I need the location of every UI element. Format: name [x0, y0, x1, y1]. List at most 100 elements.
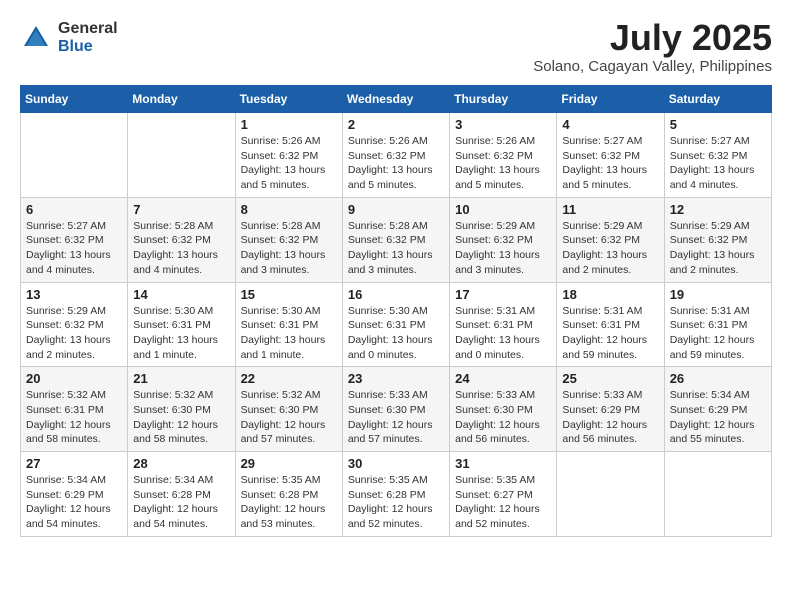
calendar-cell: 29 Sunrise: 5:35 AMSunset: 6:28 PMDayligh… [235, 452, 342, 537]
calendar-cell: 23 Sunrise: 5:33 AMSunset: 6:30 PMDayligh… [342, 367, 449, 452]
day-info: Sunrise: 5:31 AMSunset: 6:31 PMDaylight:… [455, 304, 551, 363]
page-header: General Blue July 2025 Solano, Cagayan V… [20, 20, 772, 75]
calendar-cell: 16 Sunrise: 5:30 AMSunset: 6:31 PMDayligh… [342, 282, 449, 367]
day-number: 28 [133, 456, 229, 471]
day-number: 2 [348, 117, 444, 132]
day-info: Sunrise: 5:32 AMSunset: 6:31 PMDaylight:… [26, 388, 122, 447]
calendar-header-row: SundayMondayTuesdayWednesdayThursdayFrid… [21, 86, 772, 113]
day-number: 4 [562, 117, 658, 132]
day-info: Sunrise: 5:33 AMSunset: 6:30 PMDaylight:… [348, 388, 444, 447]
day-number: 18 [562, 287, 658, 302]
day-number: 9 [348, 202, 444, 217]
title-block: July 2025 Solano, Cagayan Valley, Philip… [533, 20, 772, 75]
calendar-cell: 28Sunrise: 5:34 AMSunset: 6:28 PMDayligh… [128, 452, 235, 537]
calendar-cell: 22Sunrise: 5:32 AMSunset: 6:30 PMDayligh… [235, 367, 342, 452]
calendar-cell: 30Sunrise: 5:35 AMSunset: 6:28 PMDayligh… [342, 452, 449, 537]
day-number: 24 [455, 371, 551, 386]
calendar-cell: 3 Sunrise: 5:26 AMSunset: 6:32 PMDaylight… [450, 113, 557, 198]
day-number: 20 [26, 371, 122, 386]
day-number: 21 [133, 371, 229, 386]
calendar-cell: 27 Sunrise: 5:34 AMSunset: 6:29 PMDayligh… [21, 452, 128, 537]
calendar-cell: 25Sunrise: 5:33 AMSunset: 6:29 PMDayligh… [557, 367, 664, 452]
calendar-cell: 13 Sunrise: 5:29 AMSunset: 6:32 PMDayligh… [21, 282, 128, 367]
calendar-header-wednesday: Wednesday [342, 86, 449, 113]
day-info: Sunrise: 5:28 AMSunset: 6:32 PMDaylight:… [348, 219, 444, 278]
calendar-week-row: 13 Sunrise: 5:29 AMSunset: 6:32 PMDayligh… [21, 282, 772, 367]
location-title: Solano, Cagayan Valley, Philippines [533, 58, 772, 75]
calendar-cell: 4 Sunrise: 5:27 AMSunset: 6:32 PMDaylight… [557, 113, 664, 198]
day-number: 23 [348, 371, 444, 386]
calendar-week-row: 1 Sunrise: 5:26 AMSunset: 6:32 PMDaylight… [21, 113, 772, 198]
calendar-cell: 12Sunrise: 5:29 AMSunset: 6:32 PMDayligh… [664, 197, 771, 282]
day-number: 30 [348, 456, 444, 471]
day-info: Sunrise: 5:27 AMSunset: 6:32 PMDaylight:… [670, 134, 766, 193]
day-info: Sunrise: 5:30 AMSunset: 6:31 PMDaylight:… [348, 304, 444, 363]
calendar-cell [128, 113, 235, 198]
day-info: Sunrise: 5:26 AMSunset: 6:32 PMDaylight:… [455, 134, 551, 193]
calendar-header-thursday: Thursday [450, 86, 557, 113]
day-number: 10 [455, 202, 551, 217]
day-number: 17 [455, 287, 551, 302]
day-info: Sunrise: 5:35 AMSunset: 6:27 PMDaylight:… [455, 473, 551, 532]
day-info: Sunrise: 5:32 AMSunset: 6:30 PMDaylight:… [241, 388, 337, 447]
calendar-header-friday: Friday [557, 86, 664, 113]
day-info: Sunrise: 5:26 AMSunset: 6:32 PMDaylight:… [348, 134, 444, 193]
calendar-cell: 9 Sunrise: 5:28 AMSunset: 6:32 PMDaylight… [342, 197, 449, 282]
day-info: Sunrise: 5:28 AMSunset: 6:32 PMDaylight:… [133, 219, 229, 278]
calendar-cell: 5Sunrise: 5:27 AMSunset: 6:32 PMDaylight… [664, 113, 771, 198]
day-info: Sunrise: 5:30 AMSunset: 6:31 PMDaylight:… [133, 304, 229, 363]
day-number: 11 [562, 202, 658, 217]
logo-blue-text: Blue [58, 38, 118, 56]
calendar-cell: 18 Sunrise: 5:31 AMSunset: 6:31 PMDayligh… [557, 282, 664, 367]
logo-general-text: General [58, 20, 118, 38]
day-number: 3 [455, 117, 551, 132]
day-number: 19 [670, 287, 766, 302]
calendar-cell: 21 Sunrise: 5:32 AMSunset: 6:30 PMDayligh… [128, 367, 235, 452]
day-info: Sunrise: 5:26 AMSunset: 6:32 PMDaylight:… [241, 134, 337, 193]
day-number: 27 [26, 456, 122, 471]
day-number: 25 [562, 371, 658, 386]
day-info: Sunrise: 5:29 AMSunset: 6:32 PMDaylight:… [26, 304, 122, 363]
calendar-header-saturday: Saturday [664, 86, 771, 113]
day-info: Sunrise: 5:34 AMSunset: 6:29 PMDaylight:… [26, 473, 122, 532]
calendar-cell: 24 Sunrise: 5:33 AMSunset: 6:30 PMDayligh… [450, 367, 557, 452]
logo: General Blue [20, 20, 118, 55]
calendar-cell: 19 Sunrise: 5:31 AMSunset: 6:31 PMDayligh… [664, 282, 771, 367]
day-number: 13 [26, 287, 122, 302]
day-number: 1 [241, 117, 337, 132]
day-info: Sunrise: 5:30 AMSunset: 6:31 PMDaylight:… [241, 304, 337, 363]
calendar-cell: 20 Sunrise: 5:32 AMSunset: 6:31 PMDayligh… [21, 367, 128, 452]
day-number: 6 [26, 202, 122, 217]
day-info: Sunrise: 5:29 AMSunset: 6:32 PMDaylight:… [455, 219, 551, 278]
calendar-cell: 7 Sunrise: 5:28 AMSunset: 6:32 PMDaylight… [128, 197, 235, 282]
calendar-cell [664, 452, 771, 537]
calendar-week-row: 6Sunrise: 5:27 AMSunset: 6:32 PMDaylight… [21, 197, 772, 282]
day-number: 26 [670, 371, 766, 386]
day-info: Sunrise: 5:31 AMSunset: 6:31 PMDaylight:… [670, 304, 766, 363]
calendar-cell: 10 Sunrise: 5:29 AMSunset: 6:32 PMDayligh… [450, 197, 557, 282]
day-info: Sunrise: 5:35 AMSunset: 6:28 PMDaylight:… [241, 473, 337, 532]
calendar-week-row: 20 Sunrise: 5:32 AMSunset: 6:31 PMDayligh… [21, 367, 772, 452]
calendar-cell [557, 452, 664, 537]
day-info: Sunrise: 5:28 AMSunset: 6:32 PMDaylight:… [241, 219, 337, 278]
day-info: Sunrise: 5:32 AMSunset: 6:30 PMDaylight:… [133, 388, 229, 447]
day-info: Sunrise: 5:34 AMSunset: 6:29 PMDaylight:… [670, 388, 766, 447]
calendar-cell: 8Sunrise: 5:28 AMSunset: 6:32 PMDaylight… [235, 197, 342, 282]
day-number: 31 [455, 456, 551, 471]
day-number: 12 [670, 202, 766, 217]
calendar-cell: 11 Sunrise: 5:29 AMSunset: 6:32 PMDayligh… [557, 197, 664, 282]
day-number: 7 [133, 202, 229, 217]
day-info: Sunrise: 5:29 AMSunset: 6:32 PMDaylight:… [562, 219, 658, 278]
calendar-cell: 6Sunrise: 5:27 AMSunset: 6:32 PMDaylight… [21, 197, 128, 282]
day-info: Sunrise: 5:31 AMSunset: 6:31 PMDaylight:… [562, 304, 658, 363]
month-title: July 2025 [533, 20, 772, 56]
calendar-cell: 2 Sunrise: 5:26 AMSunset: 6:32 PMDaylight… [342, 113, 449, 198]
calendar-table: SundayMondayTuesdayWednesdayThursdayFrid… [20, 85, 772, 537]
calendar-week-row: 27 Sunrise: 5:34 AMSunset: 6:29 PMDayligh… [21, 452, 772, 537]
day-number: 15 [241, 287, 337, 302]
day-number: 16 [348, 287, 444, 302]
day-number: 29 [241, 456, 337, 471]
day-info: Sunrise: 5:27 AMSunset: 6:32 PMDaylight:… [562, 134, 658, 193]
logo-icon [20, 22, 52, 54]
day-info: Sunrise: 5:33 AMSunset: 6:30 PMDaylight:… [455, 388, 551, 447]
